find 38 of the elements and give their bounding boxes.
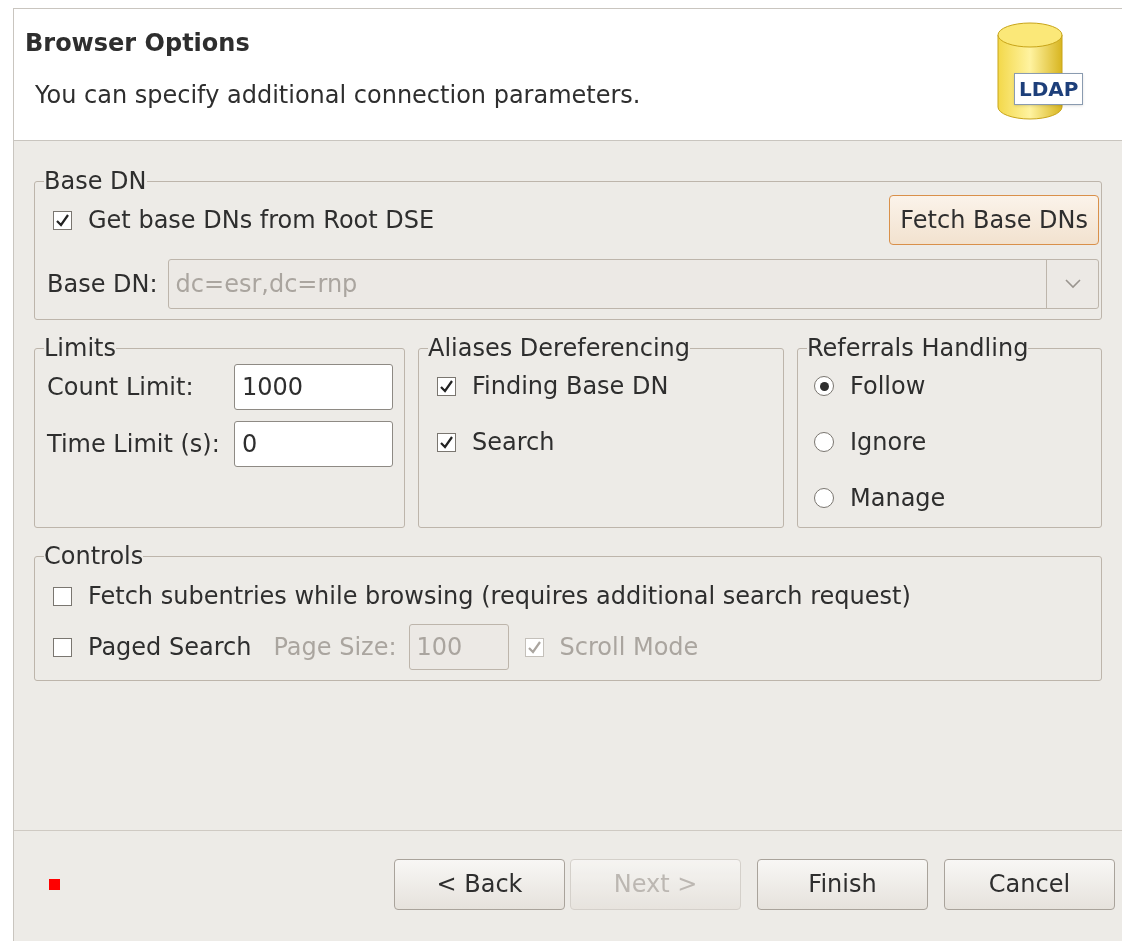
checkbox[interactable] (53, 586, 72, 606)
input-field[interactable]: 1000 (234, 364, 393, 410)
fetch-base-dns-button[interactable]: Fetch Base DNs (889, 195, 1099, 245)
checkbox[interactable] (53, 210, 72, 230)
logo-label: LDAP (1014, 73, 1084, 105)
checkbox-label: Fetch subentries while browsing (requires additional search request) (88, 581, 911, 612)
checkbox-label: Get base DNs from Root DSE (88, 205, 435, 236)
checkbox-label: Paged Search (88, 632, 252, 663)
group-label: Aliases Dereferencing (428, 336, 691, 360)
dropdown-icon (1064, 279, 1081, 289)
input-field[interactable]: 0 (234, 421, 393, 467)
checkbox[interactable] (437, 432, 456, 452)
radio-label: Ignore (850, 427, 927, 458)
group-label: Controls (44, 544, 144, 568)
checkbox[interactable] (437, 376, 456, 396)
radio-label: Manage (850, 483, 946, 514)
field-label: Page Size: (273, 632, 397, 663)
field-label: Base DN: (47, 269, 158, 300)
wizard-button[interactable]: Cancel (944, 858, 1115, 910)
group-label: Limits (44, 336, 116, 360)
page-description: You can specify additional connection parameters. (34, 80, 641, 111)
radio-button[interactable] (814, 488, 834, 508)
error-indicator-icon (49, 878, 60, 890)
radio-label: Follow (850, 371, 926, 402)
group-label: Base DN (44, 169, 147, 193)
page-title: Browser Options (25, 28, 251, 59)
checkbox[interactable] (53, 637, 72, 657)
checkbox-label: Finding Base DN (472, 371, 669, 402)
checkbox-label: Scroll Mode (559, 632, 699, 663)
checkbox[interactable] (524, 637, 544, 657)
wizard-button[interactable]: < Back (394, 858, 565, 910)
field-label: Count Limit: (47, 372, 194, 403)
radio-button[interactable] (814, 432, 834, 452)
checkbox-label: Search (472, 427, 555, 458)
radio-button[interactable] (814, 376, 834, 396)
wizard-button[interactable]: Finish (757, 858, 928, 910)
field-label: Time Limit (s): (47, 429, 220, 460)
group-label: Referrals Handling (807, 336, 1029, 360)
